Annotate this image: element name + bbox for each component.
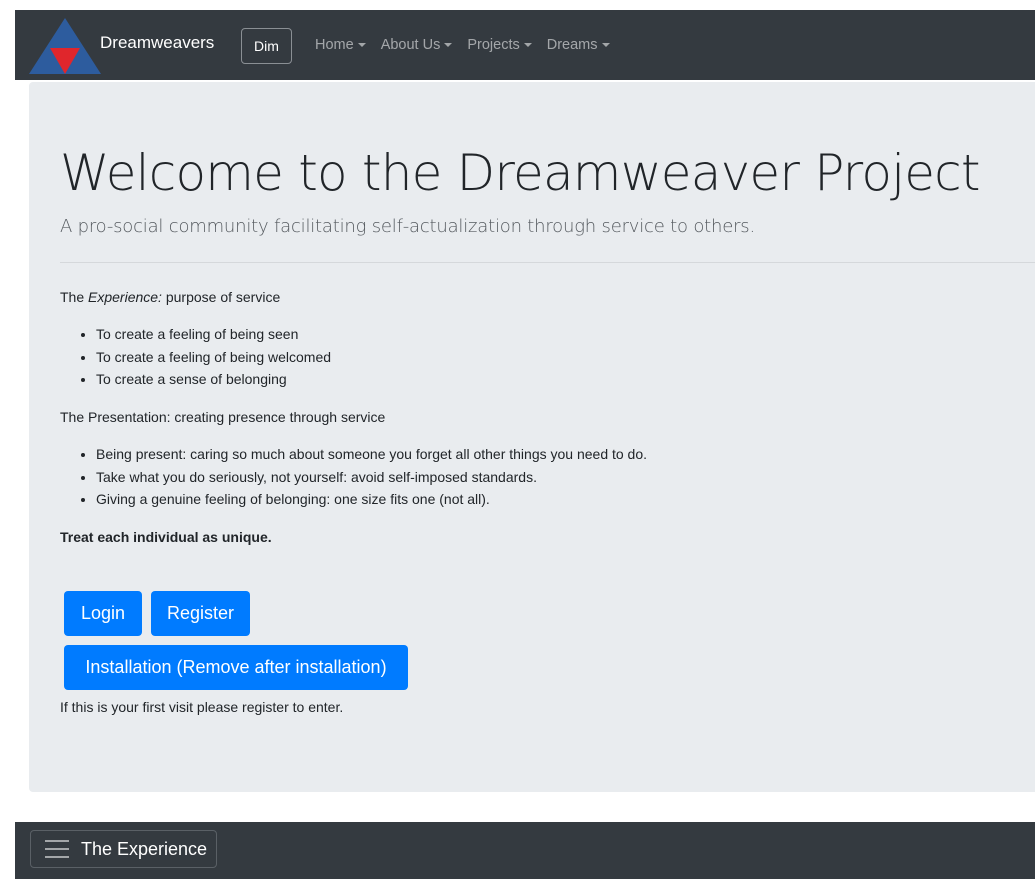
list-item: Take what you do seriously, not yourself… — [96, 466, 647, 489]
experience-list: To create a feeling of being seen To cre… — [60, 323, 331, 391]
presentation-heading: The Presentation: creating presence thro… — [60, 409, 386, 425]
presentation-list: Being present: caring so much about some… — [60, 443, 647, 511]
experience-toggle-button[interactable]: The Experience — [30, 830, 217, 868]
lead-text: A pro-social community facilitating self… — [60, 216, 755, 237]
login-button[interactable]: Login — [64, 591, 142, 636]
list-item: To create a sense of belonging — [96, 368, 331, 391]
dim-button[interactable]: Dim — [241, 28, 292, 64]
nav-projects[interactable]: Projects — [467, 37, 532, 53]
jumbotron: Welcome to the Dreamweaver Project A pro… — [29, 82, 1035, 792]
top-navbar: Dreamweavers Dim Home About Us Projects … — [15, 10, 1035, 80]
motto-text: Treat each individual as unique. — [60, 529, 272, 545]
nav-links: Home About Us Projects Dreams — [315, 37, 625, 53]
caret-down-icon — [523, 43, 532, 47]
register-button[interactable]: Register — [151, 591, 250, 636]
triangle-logo-icon[interactable] — [29, 18, 101, 74]
experience-prefix: The — [60, 289, 89, 305]
nav-dreams[interactable]: Dreams — [547, 37, 610, 53]
experience-toggle-label: The Experience — [81, 838, 208, 859]
hamburger-menu-icon — [45, 840, 69, 858]
list-item: Giving a genuine feeling of belonging: o… — [96, 488, 647, 511]
nav-projects-label: Projects — [467, 37, 520, 53]
first-visit-note: If this is your first visit please regis… — [60, 699, 344, 715]
experience-heading: The Experience: purpose of service — [60, 289, 280, 305]
experience-emphasis: Experience: — [88, 289, 162, 305]
caret-down-icon — [357, 43, 366, 47]
experience-suffix: purpose of service — [161, 289, 281, 305]
nav-about-us-label: About Us — [380, 37, 441, 53]
list-item: Being present: caring so much about some… — [96, 443, 647, 466]
list-item: To create a feeling of being welcomed — [96, 346, 331, 369]
nav-home[interactable]: Home — [315, 37, 366, 53]
nav-home-label: Home — [315, 37, 354, 53]
page-title: Welcome to the Dreamweaver Project — [60, 144, 980, 202]
caret-down-icon — [444, 43, 453, 47]
nav-dreams-label: Dreams — [546, 37, 598, 53]
list-item: To create a feeling of being seen — [96, 323, 331, 346]
caret-down-icon — [601, 43, 610, 47]
nav-about-us[interactable]: About Us — [381, 37, 453, 53]
brand-name[interactable]: Dreamweavers — [100, 33, 214, 53]
divider — [60, 262, 1035, 263]
installation-button[interactable]: Installation (Remove after installation) — [64, 645, 408, 690]
bottom-navbar: The Experience — [15, 822, 1035, 879]
